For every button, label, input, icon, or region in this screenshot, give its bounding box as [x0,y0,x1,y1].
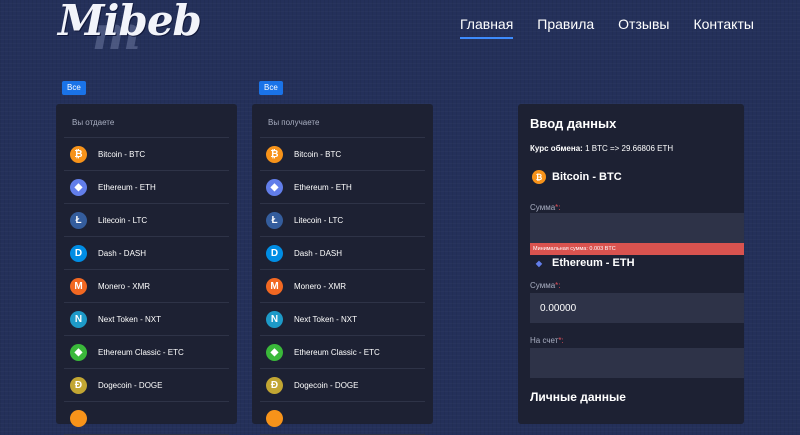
receive-list-header: Вы получаете [260,104,425,138]
ethereum-icon: ◆ [266,178,283,196]
bitcoin-icon: ₿ [70,145,87,163]
currency-item[interactable]: N Next Token - NXT [64,303,229,336]
give-coin-label: Bitcoin - BTC [552,171,622,183]
give-list-header: Вы отдаете [64,104,229,138]
currency-label: Dogecoin - DOGE [98,380,163,390]
exchange-rate-value: 1 BTC => 29.66806 ETH [585,144,674,153]
get-coin-label: Ethereum - ETH [552,257,635,269]
currency-item[interactable]: M Monero - XMR [64,270,229,303]
exchange-form: Ввод данных Курс обмена: 1 BTC => 29.668… [518,104,744,424]
get-amount-label: Сумма*: [530,281,560,290]
currency-label: Monero - XMR [98,281,151,291]
currency-label: Dogecoin - DOGE [294,380,359,390]
give-amount-label-text: Сумма [530,203,556,212]
currency-label: Next Token - NXT [98,314,161,324]
currency-item[interactable]: D Dash - DASH [260,237,425,270]
bitcoin-icon: ₿ [532,170,546,184]
nav-rules[interactable]: Правила [537,16,594,39]
currency-item[interactable]: ◆ Ethereum - ETH [260,171,425,204]
give-amount-input[interactable] [530,213,744,243]
account-label-text: На счет [530,336,559,345]
logo[interactable]: m Mibeb [56,0,202,60]
currency-item[interactable]: M Monero - XMR [260,270,425,303]
exchange-rate: Курс обмена: 1 BTC => 29.66806 ETH [530,144,673,153]
currency-item[interactable]: N Next Token - NXT [260,303,425,336]
give-currency-list: Вы отдаете ₿ Bitcoin - BTC ◆ Ethereum - ETH… [56,104,237,435]
logo-text: Mibeb [58,0,202,45]
monero-icon: M [70,277,87,295]
account-input[interactable] [530,348,744,378]
give-filter-all[interactable]: Все [62,81,86,95]
currency-label: Ethereum - ETH [294,182,352,192]
currency-item[interactable]: Ł Litecoin - LTC [260,204,425,237]
litecoin-icon: Ł [266,211,283,229]
nav-reviews[interactable]: Отзывы [618,16,669,39]
nav-home[interactable]: Главная [460,16,514,39]
dash-icon: D [70,244,87,262]
ethereum-classic-icon: ◆ [266,343,283,361]
currency-label: Dash - DASH [294,248,343,258]
currency-label: Ethereum - ETH [98,182,156,192]
form-title: Ввод данных [530,116,617,131]
give-amount-label: Сумма*: [530,203,560,212]
coin-icon [266,409,283,427]
currency-label: Litecoin - LTC [294,215,344,225]
ethereum-icon: ◆ [535,258,543,268]
currency-label: Bitcoin - BTC [98,149,146,159]
dash-icon: D [266,244,283,262]
currency-label: Litecoin - LTC [98,215,148,225]
nxt-icon: N [266,310,283,328]
currency-label: Monero - XMR [294,281,347,291]
currency-label: Dash - DASH [98,248,147,258]
currency-label: Ethereum Classic - ETC [294,347,380,357]
currency-item[interactable]: Ł Litecoin - LTC [64,204,229,237]
bitcoin-icon: ₿ [266,145,283,163]
dogecoin-icon: Ð [266,376,283,394]
currency-item[interactable]: ◆ Ethereum Classic - ETC [260,336,425,369]
nav-contacts[interactable]: Контакты [693,16,753,39]
currency-item[interactable]: ◆ Ethereum - ETH [64,171,229,204]
currency-item[interactable] [260,402,425,435]
litecoin-icon: Ł [70,211,87,229]
currency-label: Next Token - NXT [294,314,357,324]
min-amount-error: Минимальная сумма: 0.003 BTC [530,243,744,255]
currency-item[interactable]: ₿ Bitcoin - BTC [260,138,425,171]
currency-label: Bitcoin - BTC [294,149,342,159]
required-mark: *: [555,281,561,290]
main-nav: Главная Правила Отзывы Контакты [460,16,754,39]
dogecoin-icon: Ð [70,376,87,394]
receive-filter-all[interactable]: Все [259,81,283,95]
give-coin: ₿ Bitcoin - BTC [532,170,622,184]
currency-item[interactable] [64,402,229,435]
exchange-rate-label: Курс обмена: [530,144,583,153]
required-mark: *: [555,203,561,212]
get-amount-label-text: Сумма [530,281,556,290]
monero-icon: M [266,277,283,295]
ethereum-classic-icon: ◆ [70,343,87,361]
coin-icon [70,409,87,427]
required-mark: *: [558,336,564,345]
ethereum-icon: ◆ [70,178,87,196]
get-amount-input[interactable] [530,293,744,323]
account-label: На счет*: [530,336,564,345]
personal-data-title: Личные данные [530,390,626,404]
currency-item[interactable]: ◆ Ethereum Classic - ETC [64,336,229,369]
nxt-icon: N [70,310,87,328]
receive-currency-list: Вы получаете ₿ Bitcoin - BTC ◆ Ethereum - E… [252,104,433,435]
currency-item[interactable]: Ð Dogecoin - DOGE [64,369,229,402]
currency-item[interactable]: ₿ Bitcoin - BTC [64,138,229,171]
currency-item[interactable]: D Dash - DASH [64,237,229,270]
currency-item[interactable]: Ð Dogecoin - DOGE [260,369,425,402]
get-coin: ◆ Ethereum - ETH [532,256,635,270]
currency-label: Ethereum Classic - ETC [98,347,184,357]
